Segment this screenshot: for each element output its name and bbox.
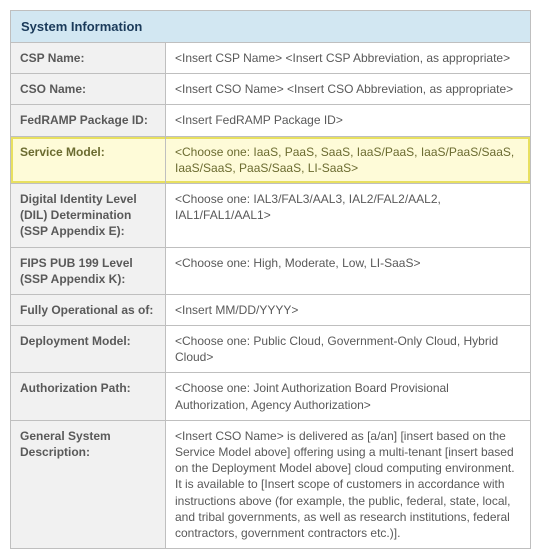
table-row: Digital Identity Level (DIL) Determinati… — [11, 183, 531, 247]
row-label: Deployment Model: — [11, 326, 166, 373]
row-value: <Insert CSP Name> <Insert CSP Abbreviati… — [166, 43, 531, 74]
row-label: FIPS PUB 199 Level (SSP Appendix K): — [11, 247, 166, 294]
row-value: <Insert MM/DD/YYYY> — [166, 294, 531, 325]
table-body: CSP Name:<Insert CSP Name> <Insert CSP A… — [11, 43, 531, 549]
table-row: CSO Name:<Insert CSO Name> <Insert CSO A… — [11, 74, 531, 105]
row-value: <Choose one: Public Cloud, Government-On… — [166, 326, 531, 373]
table-row: FedRAMP Package ID:<Insert FedRAMP Packa… — [11, 105, 531, 136]
row-label: General System Description: — [11, 420, 166, 548]
table-row: Deployment Model:<Choose one: Public Clo… — [11, 326, 531, 373]
row-value: <Choose one: IaaS, PaaS, SaaS, IaaS/PaaS… — [166, 136, 531, 183]
row-value: <Choose one: Joint Authorization Board P… — [166, 373, 531, 420]
row-label: Fully Operational as of: — [11, 294, 166, 325]
row-value: <Insert FedRAMP Package ID> — [166, 105, 531, 136]
table-row: FIPS PUB 199 Level (SSP Appendix K):<Cho… — [11, 247, 531, 294]
row-label: CSP Name: — [11, 43, 166, 74]
row-label: FedRAMP Package ID: — [11, 105, 166, 136]
row-value: <Choose one: High, Moderate, Low, LI-Saa… — [166, 247, 531, 294]
row-label: Service Model: — [11, 136, 166, 183]
table-row: General System Description:<Insert CSO N… — [11, 420, 531, 548]
table-row: CSP Name:<Insert CSP Name> <Insert CSP A… — [11, 43, 531, 74]
row-label: Digital Identity Level (DIL) Determinati… — [11, 183, 166, 247]
table-title: System Information — [11, 11, 531, 43]
table-row: Service Model:<Choose one: IaaS, PaaS, S… — [11, 136, 531, 183]
system-information-table: System Information CSP Name:<Insert CSP … — [10, 10, 531, 549]
table-row: Fully Operational as of:<Insert MM/DD/YY… — [11, 294, 531, 325]
row-value: <Insert CSO Name> <Insert CSO Abbreviati… — [166, 74, 531, 105]
row-label: CSO Name: — [11, 74, 166, 105]
table-row: Authorization Path:<Choose one: Joint Au… — [11, 373, 531, 420]
row-label: Authorization Path: — [11, 373, 166, 420]
row-value: <Choose one: IAL3/FAL3/AAL3, IAL2/FAL2/A… — [166, 183, 531, 247]
row-value: <Insert CSO Name> is delivered as [a/an]… — [166, 420, 531, 548]
